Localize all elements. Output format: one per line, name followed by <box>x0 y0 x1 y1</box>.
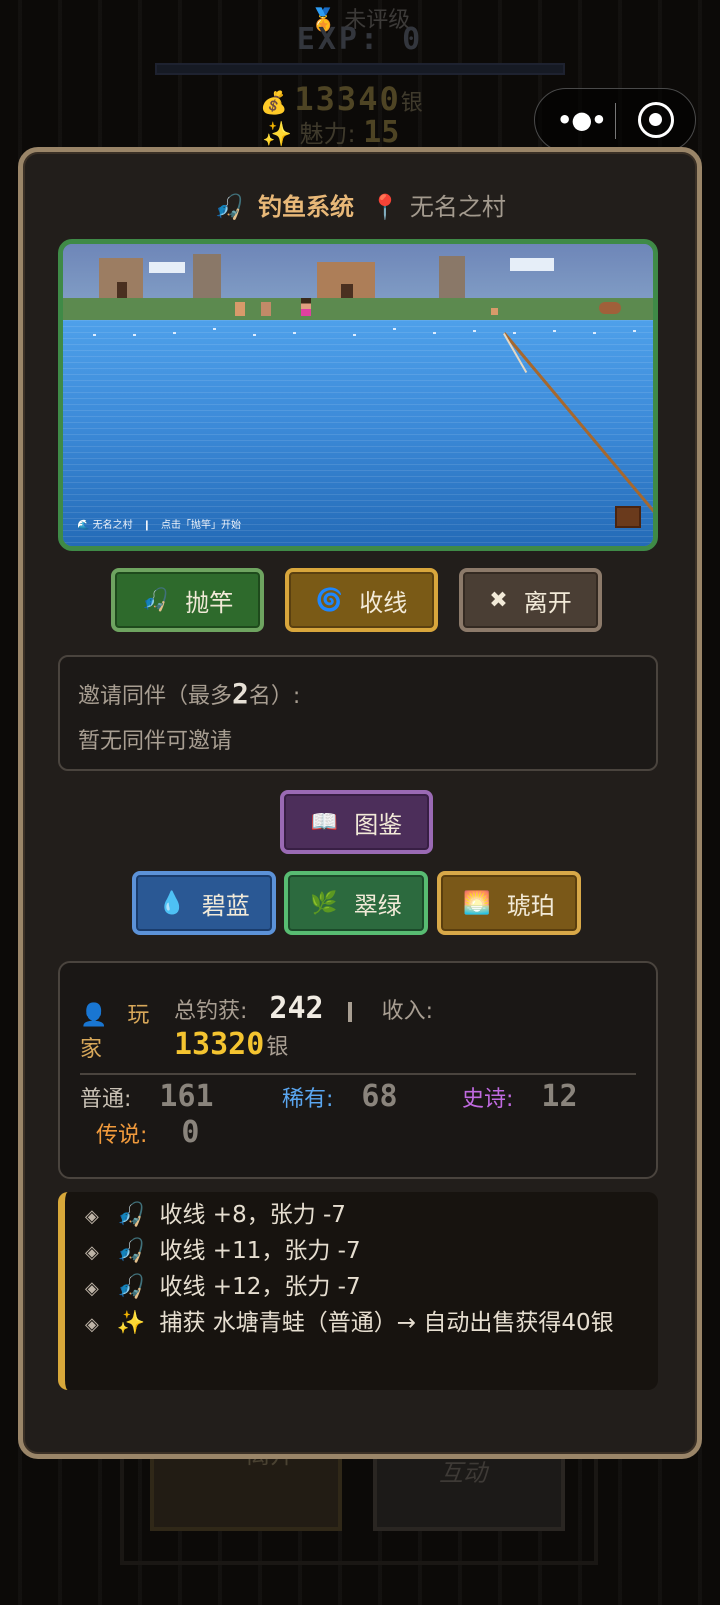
tower <box>193 254 221 298</box>
fishing-rod-icon: 🎣 <box>214 193 244 221</box>
invite-panel: 邀请同伴（最多2名）: 暂无同伴可邀请 <box>58 655 658 771</box>
epic-count: 史诗: 12 <box>462 1079 578 1114</box>
legend-count: 传说: 0 <box>96 1115 200 1150</box>
zone-button-amber[interactable]: 🌅 琥珀 <box>437 871 581 935</box>
cloud <box>149 262 185 273</box>
user-icon: 👤 <box>80 1003 108 1028</box>
common-count: 普通: 161 <box>80 1079 214 1114</box>
log-entry: ◈ 🎣 收线 +8，张力 -7 <box>85 1202 346 1228</box>
catch-log[interactable]: ◈ 🎣 收线 +8，张力 -7 ◈ 🎣 收线 +11，张力 -7 ◈ 🎣 收线 +12，张力… <box>58 1192 658 1390</box>
page-title: 钓鱼系统 <box>258 193 354 221</box>
charm-display: ✨ 魅力: 15 <box>262 115 400 150</box>
capsule-divider <box>615 103 616 139</box>
log-entry: ◈ ✨ 捕获 水塘青蛙（普通）→ 自动出售获得40银 <box>85 1310 614 1336</box>
log-entry: ◈ 🎣 收线 +11，张力 -7 <box>85 1238 361 1264</box>
miniprogram-capsule: •●• <box>534 88 696 152</box>
panel-header: 🎣 钓鱼系统 📍 无名之村 <box>23 187 697 222</box>
zone-button-emerald[interactable]: 🌿 翠绿 <box>284 871 428 935</box>
cloud <box>510 258 554 271</box>
house <box>99 258 143 298</box>
scene-caption: 🌊 无名之村 ❙ 点击「抛竿」开始 <box>77 520 242 531</box>
scene-grass <box>63 298 653 322</box>
log-entry: ◈ 🎣 收线 +12，张力 -7 <box>85 1274 361 1300</box>
location-label: 无名之村 <box>409 193 506 221</box>
cast-button[interactable]: 🎣 抛竿 <box>111 568 264 632</box>
boat <box>599 302 621 314</box>
leave-button[interactable]: ✖ 离开 <box>459 568 602 632</box>
reel-handle <box>615 506 641 528</box>
villager <box>261 302 271 316</box>
close-target-icon[interactable] <box>638 102 674 138</box>
fishing-rod-icon: 🎣 <box>116 1202 146 1228</box>
fishing-rod-icon: 🎣 <box>141 587 170 613</box>
tower <box>439 256 465 298</box>
fishing-rod-icon: 🎣 <box>116 1274 146 1300</box>
sunrise-icon: 🌅 <box>463 890 491 916</box>
cyclone-icon: 🌀 <box>315 587 344 613</box>
fishing-panel: 🎣 钓鱼系统 📍 无名之村 🌊 无名之村 ❙ 点击「抛竿」开始 🎣 抛竿 🌀 收… <box>18 147 702 1459</box>
silver-display: 💰 13340银 <box>260 80 423 118</box>
location-pin-icon: 📍 <box>370 193 400 221</box>
invite-title: 邀请同伴（最多2名）: <box>78 677 301 710</box>
total-catch: 总钓获: 242 收入: <box>174 991 434 1026</box>
droplet-icon: 💧 <box>158 890 186 916</box>
herb-icon: 🌿 <box>310 890 338 916</box>
fishing-rod-icon: 🎣 <box>116 1238 146 1264</box>
zone-button-azure[interactable]: 💧 碧蓝 <box>132 871 276 935</box>
villager <box>491 308 498 315</box>
income-value: 13320银 <box>174 1027 289 1062</box>
exp-label: EXP: 0 <box>296 22 424 57</box>
stats-divider <box>80 1073 636 1075</box>
more-icon[interactable]: •●• <box>557 108 607 132</box>
villager <box>235 302 245 316</box>
log-list: ◈ 🎣 收线 +8，张力 -7 ◈ 🎣 收线 +11，张力 -7 ◈ 🎣 收线 +12，张力… <box>85 1198 645 1342</box>
exp-bar <box>155 63 565 75</box>
player-label: 👤 玩家 <box>80 1003 150 1062</box>
invite-empty-text: 暂无同伴可邀请 <box>78 729 233 754</box>
book-icon: 📖 <box>310 809 339 835</box>
fishing-scene[interactable]: 🌊 无名之村 ❙ 点击「抛竿」开始 <box>58 239 658 551</box>
house <box>317 262 375 298</box>
reel-button[interactable]: 🌀 收线 <box>285 568 438 632</box>
close-icon: ✖ <box>489 587 508 613</box>
sparkle-icon: ✨ <box>116 1310 146 1336</box>
stats-panel: 👤 玩家 总钓获: 242 收入: 13320银 普通: 161 稀有: 68 史诗: 12… <box>58 961 658 1179</box>
codex-button[interactable]: 📖 图鉴 <box>280 790 433 854</box>
villager <box>301 298 311 316</box>
rare-count: 稀有: 68 <box>282 1079 398 1114</box>
stat-separator <box>347 1002 352 1022</box>
